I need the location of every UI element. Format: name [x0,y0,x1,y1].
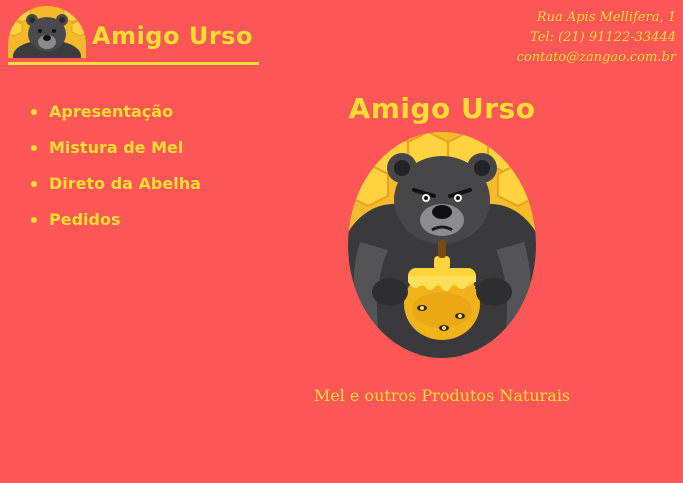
main-nav: Apresentação Mistura de Mel Direto da Ab… [26,100,201,244]
contact-phone: Tel: (21) 91122-33444 [530,30,676,45]
bear-logo[interactable] [8,6,86,58]
contact-address: Rua Apis Mellifera, 1 [536,10,676,25]
bear-honey-illustration [348,132,536,358]
nav-item-apresentacao[interactable]: Apresentação [26,100,201,136]
hero-tagline: Mel e outros Produtos Naturais [313,386,571,405]
hero-title: Amigo Urso [348,92,536,125]
contact-email[interactable]: contato@zangao.com.br [517,48,676,68]
site-header: Amigo Urso [8,6,259,65]
contact-info: Rua Apis Mellifera, 1 Tel: (21) 91122-33… [517,8,676,68]
bear-logo-image [8,6,86,58]
hero-bear-image [348,132,536,358]
nav-item-direto-da-abelha[interactable]: Direto da Abelha [26,172,201,208]
nav-item-pedidos[interactable]: Pedidos [26,208,201,244]
nav-item-mistura-de-mel[interactable]: Mistura de Mel [26,136,201,172]
brand-name[interactable]: Amigo Urso [92,22,253,50]
